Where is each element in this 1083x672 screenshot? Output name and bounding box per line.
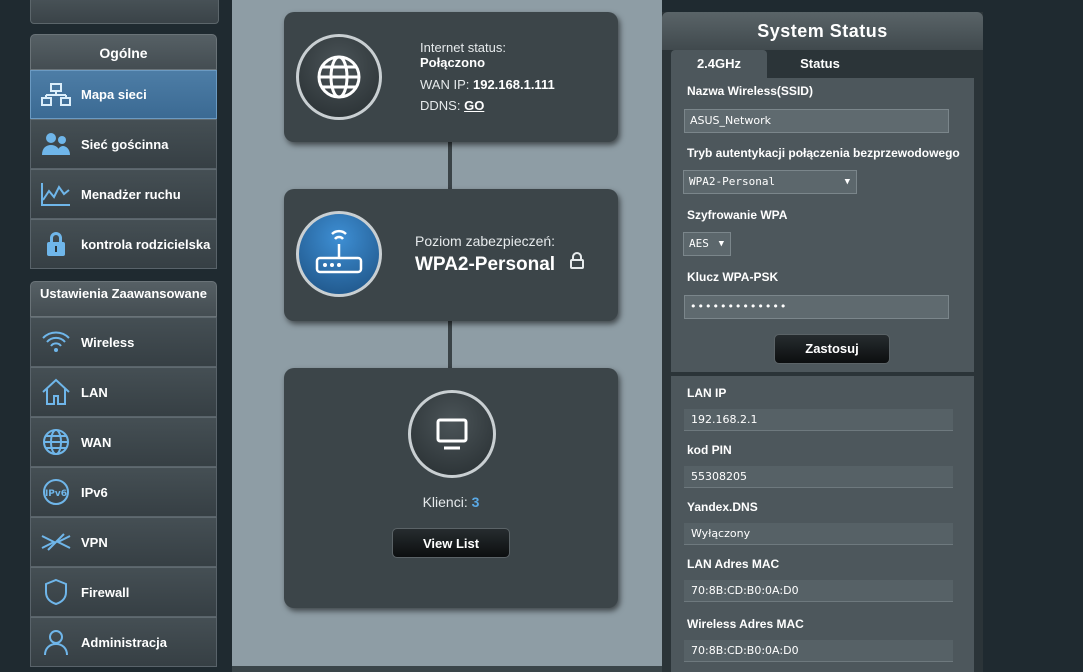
globe-icon (31, 418, 81, 466)
system-status-panel: System Status 2.4GHz Status Nazwa Wirele… (662, 12, 983, 672)
sidebar-item-lan[interactable]: LAN (30, 367, 217, 417)
wireless-settings-pane: Nazwa Wireless(SSID) ASUS_Network Tryb a… (671, 78, 974, 372)
lock-icon (570, 252, 584, 274)
sidebar-item-label: Sieć gościnna (81, 136, 169, 152)
ipv6-icon: IPv6 (31, 468, 81, 516)
sidebar-item-firewall[interactable]: Firewall (30, 567, 217, 617)
chevron-down-icon: ▼ (718, 239, 724, 249)
psk-input[interactable]: ••••••••••••• (684, 295, 949, 319)
bottom-scrollbar[interactable] (232, 666, 662, 672)
network-map: Internet status: Połączono WAN IP: 192.1… (232, 0, 662, 672)
security-level-value: WPA2-Personal (415, 254, 556, 275)
sidebar-item-label: Menadżer ruchu (81, 186, 181, 202)
wan-ip-row: WAN IP: 192.168.1.111 (420, 77, 555, 92)
sidebar-item-network-map[interactable]: Mapa sieci (30, 70, 217, 119)
network-map-icon (31, 71, 81, 118)
wireless-mac-label: Wireless Adres MAC (687, 617, 804, 631)
sidebar-top-stub (30, 0, 219, 24)
shield-icon (31, 568, 81, 616)
sidebar-item-label: Firewall (81, 584, 130, 600)
sidebar-item-guest-network[interactable]: Sieć gościnna (30, 119, 217, 169)
system-status-title: System Status (662, 12, 983, 50)
sidebar-item-ipv6[interactable]: IPv6 IPv6 (30, 467, 217, 517)
ssid-label: Nazwa Wireless(SSID) (687, 84, 813, 98)
wan-ip-label: WAN IP: (420, 77, 470, 92)
internet-status-label: Internet status: (420, 40, 506, 55)
sidebar-item-label: WAN (81, 434, 112, 450)
sidebar-item-parental-control[interactable]: kontrola rodzicielska (30, 219, 217, 269)
lan-ip-label: LAN IP (687, 386, 727, 400)
ssid-input[interactable]: ASUS_Network (684, 109, 949, 133)
sidebar-item-label: LAN (81, 384, 108, 400)
yandex-dns-value: Wyłączony (684, 523, 953, 545)
clients-count: 3 (471, 494, 480, 510)
sidebar-item-label: Wireless (81, 334, 135, 350)
wpa-encryption-value: AES (689, 237, 709, 250)
router-card[interactable]: Poziom zabezpieczeń: WPA2-Personal (284, 189, 618, 321)
sidebar-item-label: Mapa sieci (81, 87, 147, 102)
auth-mode-select[interactable]: WPA2-Personal ▼ (683, 170, 857, 194)
sidebar-item-label: IPv6 (81, 484, 108, 500)
pin-code-value: 55308205 (684, 466, 953, 488)
sidebar-item-label: VPN (81, 534, 108, 550)
sidebar-item-administration[interactable]: Administracja (30, 617, 217, 667)
sidebar-item-label: kontrola rodzicielska (81, 236, 211, 252)
globe-icon (296, 34, 382, 120)
advanced-section-title: Ustawienia Zaawansowane (30, 281, 217, 317)
home-icon (31, 368, 81, 416)
general-section-title: Ogólne (30, 34, 217, 70)
tab-2-4ghz[interactable]: 2.4GHz (671, 50, 767, 78)
internet-status-card[interactable]: Internet status: Połączono WAN IP: 192.1… (284, 12, 618, 142)
parental-control-icon (31, 220, 81, 268)
guest-network-icon (31, 120, 81, 168)
sidebar-item-label: Administracja (81, 634, 167, 650)
apply-button[interactable]: Zastosuj (774, 334, 890, 364)
wan-ip-value: 192.168.1.111 (472, 77, 555, 92)
security-level-label: Poziom zabezpieczeń: (415, 233, 556, 249)
sidebar: Ogólne Mapa sieci Sieć gościnna Menadżer… (0, 0, 232, 672)
lan-ip-value: 192.168.2.1 (684, 409, 953, 431)
lan-mac-value: 70:8B:CD:B0:0A:D0 (684, 580, 953, 602)
traffic-manager-icon (31, 170, 81, 218)
ddns-go-link[interactable]: GO (464, 98, 484, 113)
internet-status-value: Połączono (420, 55, 486, 70)
router-icon (296, 211, 382, 297)
wpa-encryption-select[interactable]: AES ▼ (683, 232, 731, 256)
psk-label: Klucz WPA-PSK (687, 270, 779, 284)
yandex-dns-label: Yandex.DNS (687, 500, 758, 514)
tab-status[interactable]: Status (772, 50, 868, 78)
wpa-encryption-label: Szyfrowanie WPA (687, 208, 788, 222)
sidebar-item-traffic-manager[interactable]: Menadżer ruchu (30, 169, 217, 219)
wireless-icon (31, 318, 81, 366)
clients-card[interactable]: Klienci: 3 View List (284, 368, 618, 608)
pin-code-label: kod PIN (687, 443, 732, 457)
system-info-pane: LAN IP 192.168.2.1 kod PIN 55308205 Yand… (671, 376, 974, 672)
map-connector (448, 142, 452, 190)
admin-user-icon (31, 618, 81, 666)
chevron-down-icon: ▼ (844, 177, 850, 187)
computer-icon (408, 390, 496, 478)
lan-mac-label: LAN Adres MAC (687, 557, 780, 571)
auth-mode-value: WPA2-Personal (689, 175, 776, 188)
right-background (996, 0, 1083, 672)
sidebar-item-wan[interactable]: WAN (30, 417, 217, 467)
sidebar-item-wireless[interactable]: Wireless (30, 317, 217, 367)
map-connector (448, 320, 452, 368)
clients-row: Klienci: 3 (284, 494, 618, 510)
ddns-row: DDNS: GO (420, 98, 484, 113)
view-list-button[interactable]: View List (392, 528, 510, 558)
auth-mode-label: Tryb autentykacji połączenia bezprzewodo… (687, 146, 960, 160)
ddns-label: DDNS: (420, 98, 461, 113)
sidebar-item-vpn[interactable]: VPN (30, 517, 217, 567)
clients-label: Klienci: (422, 494, 468, 510)
wireless-mac-value: 70:8B:CD:B0:0A:D0 (684, 640, 953, 662)
vpn-icon (31, 518, 81, 566)
svg-text:IPv6: IPv6 (45, 489, 67, 499)
